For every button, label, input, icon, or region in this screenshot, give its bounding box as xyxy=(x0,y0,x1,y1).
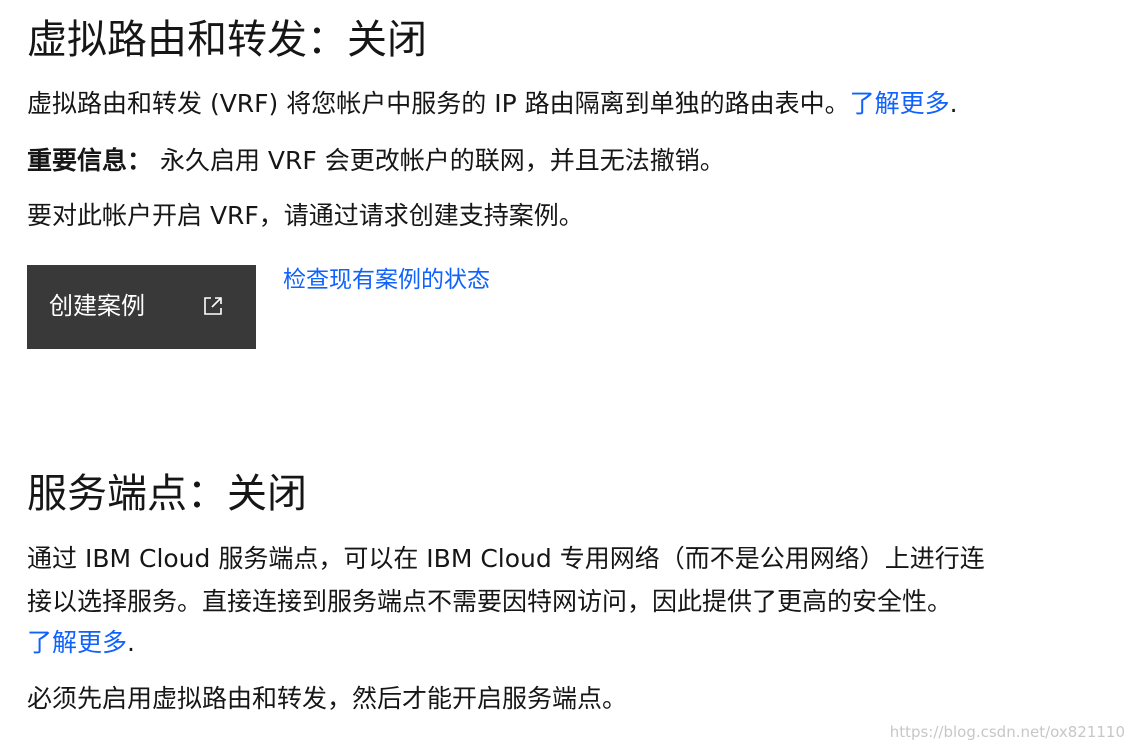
important-text: 永久启用 VRF 会更改帐户的联网，并且无法撤销。 xyxy=(159,146,725,175)
launch-external-icon xyxy=(201,294,225,318)
vrf-instruction: 要对此帐户开启 VRF，请通过请求创建支持案例。 xyxy=(27,201,584,230)
service-endpoint-description-line2: 接以选择服务。直接连接到服务端点不需要因特网访问，因此提供了更高的安全性。 xyxy=(27,587,953,616)
service-endpoint-learn-more-suffix: . xyxy=(127,628,135,657)
create-case-button-label: 创建案例 xyxy=(49,292,145,320)
vrf-learn-more-link[interactable]: 了解更多 xyxy=(850,89,950,118)
service-endpoint-learn-more-link[interactable]: 了解更多 xyxy=(27,628,127,657)
service-endpoint-requirement: 必须先启用虚拟路由和转发，然后才能开启服务端点。 xyxy=(27,684,628,713)
important-label: 重要信息： xyxy=(27,146,153,175)
vrf-learn-more-suffix: . xyxy=(949,89,958,118)
service-endpoint-title: 服务端点：关闭 xyxy=(27,471,307,517)
service-endpoint-description-line1: 通过 IBM Cloud 服务端点，可以在 IBM Cloud 专用网络（而不是… xyxy=(27,544,985,573)
vrf-title: 虚拟路由和转发：关闭 xyxy=(27,17,427,63)
service-endpoint-learn-more-row: 了解更多. xyxy=(27,621,135,665)
create-case-button[interactable]: 创建案例 xyxy=(27,265,256,349)
vrf-description: 虚拟路由和转发 (VRF) 将您帐户中服务的 IP 路由隔离到单独的路由表中。了… xyxy=(27,82,958,126)
watermark: https://blog.csdn.net/ox821110 xyxy=(889,723,1125,741)
vrf-important-note: 重要信息： 永久启用 VRF 会更改帐户的联网，并且无法撤销。 xyxy=(27,139,725,183)
vrf-description-text: 虚拟路由和转发 (VRF) 将您帐户中服务的 IP 路由隔离到单独的路由表中。 xyxy=(27,89,850,118)
check-case-status-link[interactable]: 检查现有案例的状态 xyxy=(283,263,490,297)
